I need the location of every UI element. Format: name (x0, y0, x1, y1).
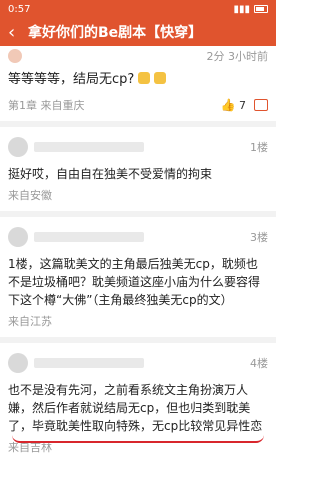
avatar[interactable] (8, 137, 28, 157)
comment-source: 来自江苏 (8, 315, 52, 328)
comment-header: 4楼 (8, 353, 268, 373)
comment-item: 3楼 1楼，这篇耽美文的主角最后独美无cp，耽频也不是垃圾桶吧？耽美频道这座小庙… (0, 217, 276, 337)
comment-text: 1楼，这篇耽美文的主角最后独美无cp，耽频也不是垃圾桶吧？耽美频道这座小庙为什么… (8, 257, 261, 307)
comment-floor: 4楼 (250, 357, 268, 370)
status-bar: 0:57 ▮▮▮ (0, 0, 276, 18)
post-chapter[interactable]: 第1章 (8, 99, 37, 112)
status-time: 0:57 (8, 3, 31, 15)
status-right: ▮▮▮ (233, 4, 268, 15)
post-title-text: 等等等等，结局无cp? (8, 72, 135, 87)
signal-icon: ▮▮▮ (233, 3, 250, 15)
battery-icon (254, 5, 268, 13)
post-chapter-source: 第1章 来自重庆 (8, 97, 85, 113)
comment-item: 4楼 也不是没有先河，之前看系统文主角扮演万人嫌，然后作者就说结局无cp，但也归… (0, 343, 276, 463)
comment-source: 来自安徽 (8, 189, 52, 202)
post-stats: 👍 7 (221, 98, 268, 112)
post-time: 2分 3小时前 (206, 50, 269, 63)
comment-icon[interactable] (254, 99, 268, 111)
comment-floor: 3楼 (250, 231, 268, 244)
username[interactable] (34, 358, 144, 368)
username[interactable] (34, 232, 144, 242)
avatar[interactable] (8, 227, 28, 247)
poster-avatar[interactable] (8, 49, 22, 63)
like-count: 7 (239, 99, 246, 112)
comment-text: 挺好哎，自由自在独美不受爱情的拘束 (8, 167, 213, 181)
top-header: ‹ 拿好你们的Be剧本【快穿】 (0, 18, 276, 46)
username[interactable] (34, 142, 144, 152)
post-source: 来自重庆 (40, 99, 85, 112)
like-button[interactable]: 👍 7 (221, 98, 246, 112)
back-button[interactable]: ‹ (8, 22, 28, 43)
comment-header: 1楼 (8, 137, 268, 157)
page-title: 拿好你们的Be剧本【快穿】 (28, 25, 203, 41)
comment-header: 3楼 (8, 227, 268, 247)
comment-item: 1楼 挺好哎，自由自在独美不受爱情的拘束 来自安徽 (0, 127, 276, 211)
post-title: 等等等等，结局无cp? (0, 66, 276, 91)
red-underline (12, 435, 264, 443)
emoji-icon (154, 71, 167, 84)
comment-text: 也不是没有先河，之前看系统文主角扮演万人嫌，然后作者就说结局无cp，但也归类到耽… (8, 383, 263, 433)
emoji-icon (138, 71, 151, 84)
post-header: 2分 3小时前 (0, 46, 276, 66)
post-footer: 第1章 来自重庆 👍 7 (0, 91, 276, 121)
avatar[interactable] (8, 353, 28, 373)
thumb-up-icon: 👍 (220, 98, 236, 112)
comment-floor: 1楼 (250, 141, 268, 154)
